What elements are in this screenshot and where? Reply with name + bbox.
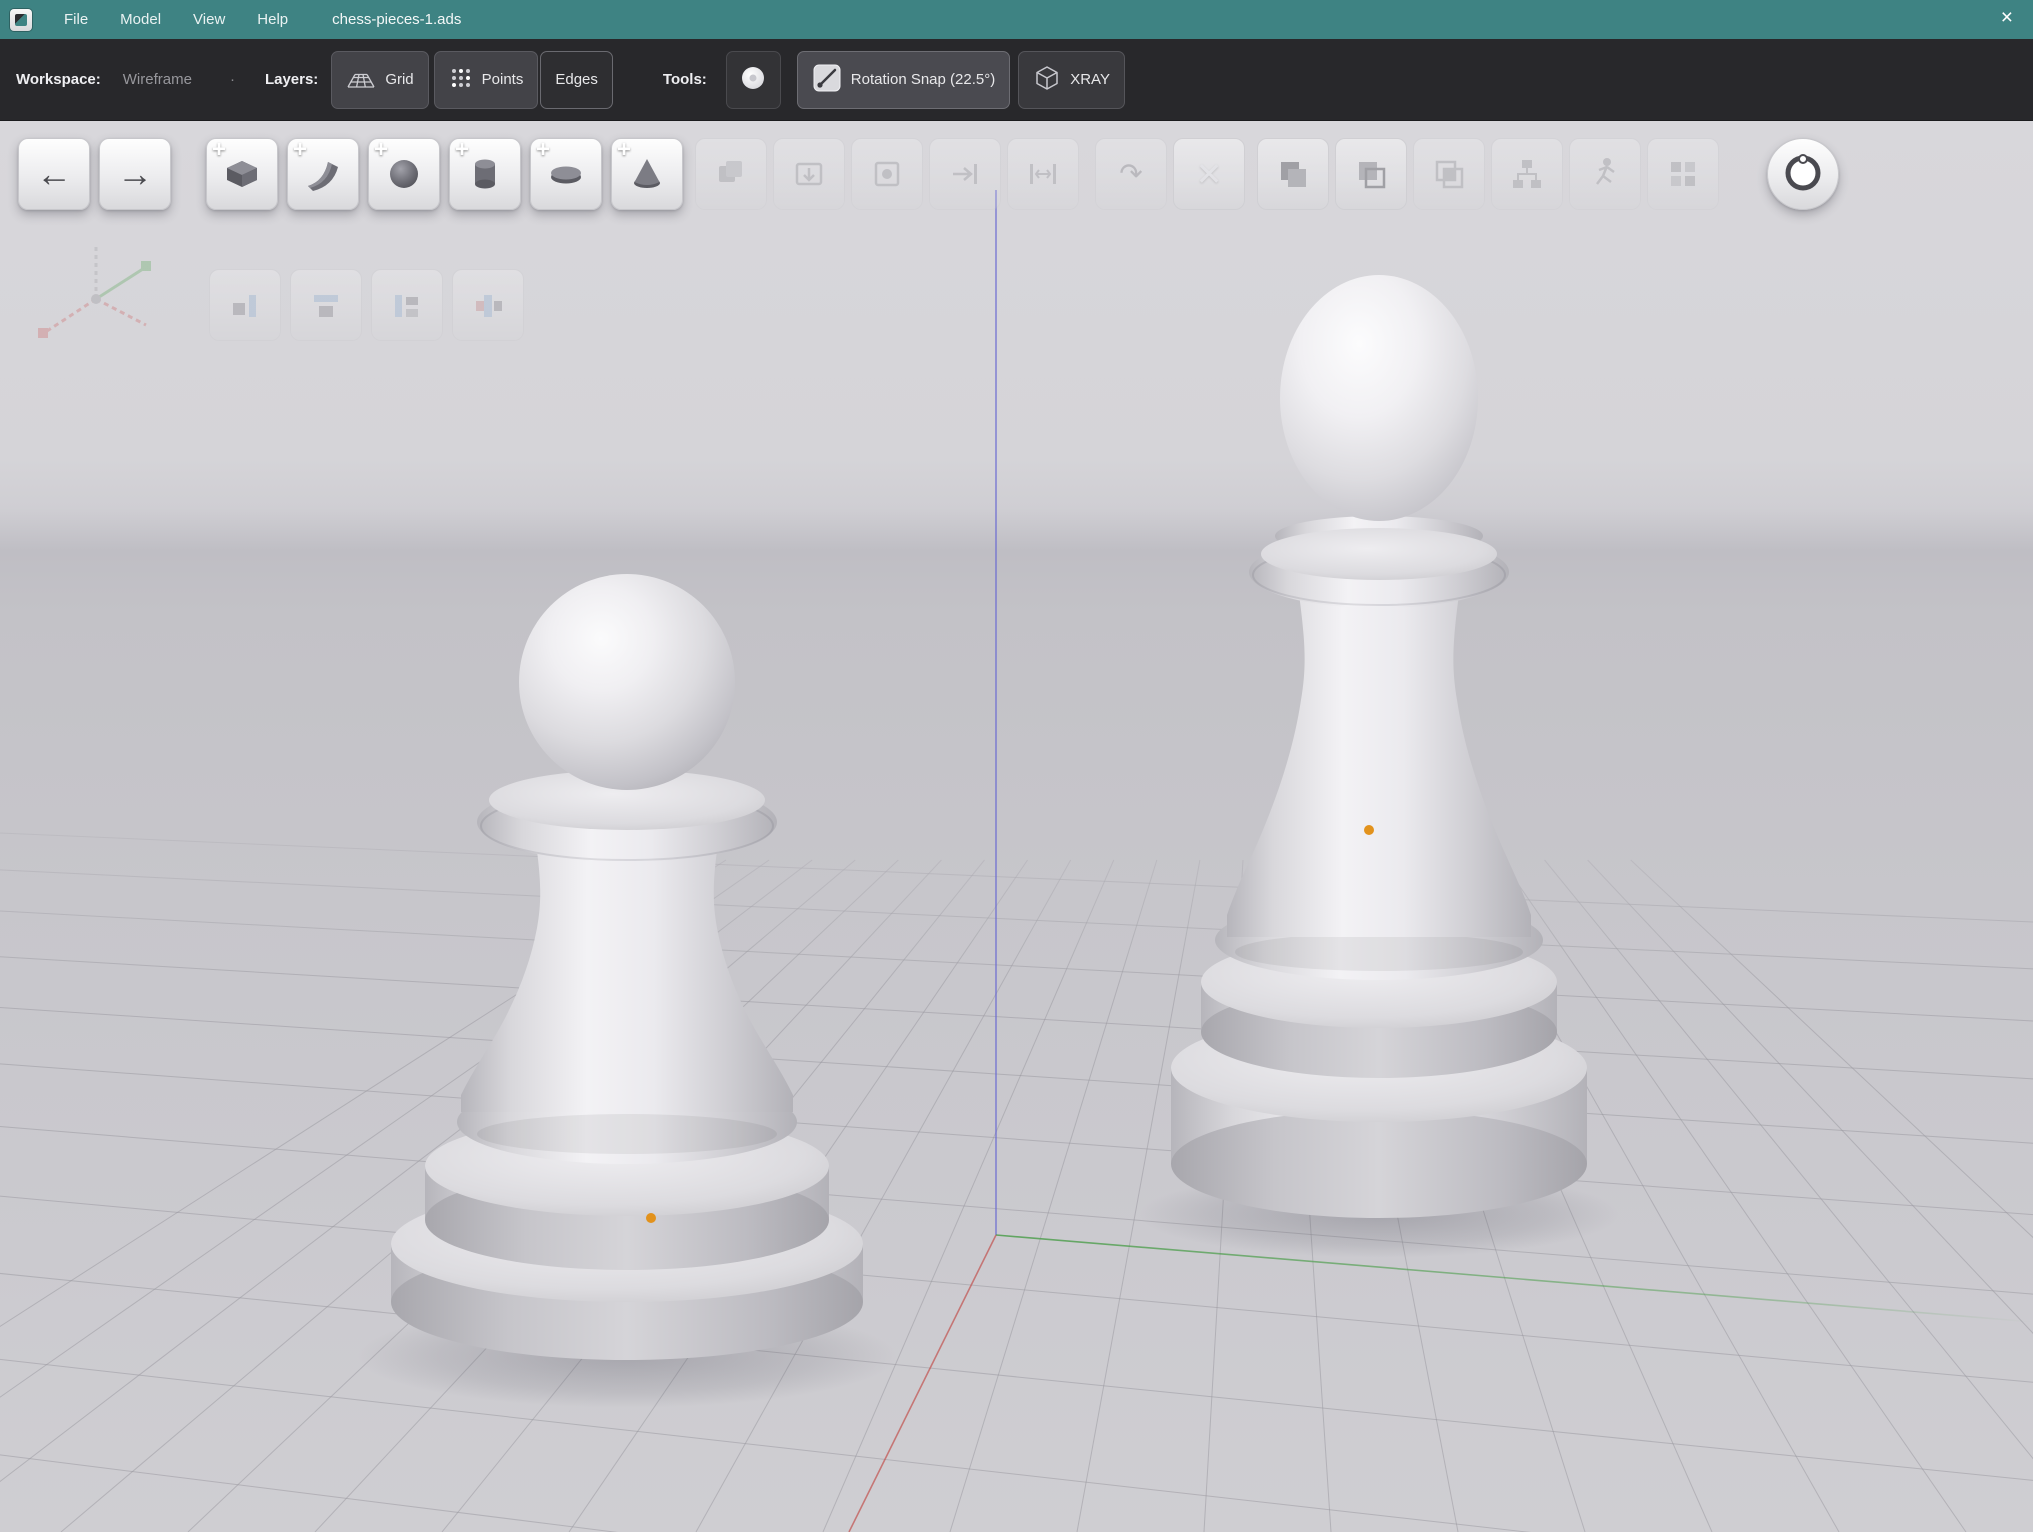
back-button[interactable]: ← [18,138,90,210]
viewport-3d[interactable]: ← → + [0,120,2033,1532]
menu-view[interactable]: View [193,11,225,28]
document-title: chess-pieces-1.ads [332,11,461,28]
layer-points-button[interactable]: Points [434,51,539,109]
disabled-spacing-tool[interactable] [1007,138,1079,210]
axis-gizmo[interactable] [24,235,169,380]
align-toolbar [209,269,524,341]
delete-x-icon: ✕ [1196,158,1223,190]
ground-grid [0,830,2033,1532]
disabled-import-tool[interactable] [773,138,845,210]
disabled-bool-union-tool[interactable] [1257,138,1329,210]
x-axis-line [849,1235,996,1532]
titlebar: File Model View Help chess-pieces-1.ads … [0,0,2033,39]
layer-grid-button[interactable]: Grid [331,51,428,109]
workspace-select[interactable]: Wireframe [123,71,192,88]
pawn-chess-piece-right[interactable] [1139,275,1619,1258]
add-curved-surface-button[interactable]: + [287,138,359,210]
add-box-button[interactable]: + [206,138,278,210]
sphere-tool-button[interactable] [726,51,781,109]
pawn-right-head [1280,275,1478,521]
layer-grid-label: Grid [385,71,413,88]
menu-model[interactable]: Model [120,11,161,28]
xray-cube-icon [1033,63,1061,97]
menu-file[interactable]: File [64,11,88,28]
disabled-bool-subtract-tool[interactable] [1335,138,1407,210]
rotation-snap-label: Rotation Snap (22.5°) [851,71,995,88]
alignment-tool-4[interactable] [452,269,524,341]
pivot-marker-right[interactable] [1364,825,1374,835]
alignment-tool-3[interactable] [371,269,443,341]
sphere-tool-icon [738,63,768,97]
plus-badge: + [374,138,388,162]
orbit-button[interactable] [1767,138,1839,210]
layer-points-label: Points [482,71,524,88]
close-button[interactable]: × [1995,6,2019,29]
disabled-redo-tool[interactable]: ↷ [1095,138,1167,210]
disabled-hierarchy-tool[interactable] [1491,138,1563,210]
main-toolbar: Workspace: Wireframe · Layers: Grid [0,39,2033,121]
workspace-label: Workspace: [16,71,101,88]
add-cylinder-button[interactable]: + [449,138,521,210]
app-logo-icon [10,9,32,31]
forward-arrow-icon: → [117,156,153,192]
add-sphere-button[interactable]: + [368,138,440,210]
forward-button[interactable]: → [99,138,171,210]
redo-arrow-icon: ↷ [1119,160,1142,188]
layers-label: Layers: [265,71,318,88]
rotation-snap-icon [812,63,842,97]
plus-badge: + [212,138,226,162]
pawn-chess-piece-left[interactable] [357,574,897,1408]
add-disc-button[interactable]: + [530,138,602,210]
disabled-lattice-tool[interactable] [1647,138,1719,210]
disabled-package-tool[interactable] [851,138,923,210]
plus-badge: + [455,138,469,162]
orbit-icon [1780,150,1826,199]
alignment-tool-2[interactable] [290,269,362,341]
pawn-left-head [519,574,735,790]
pivot-marker-left[interactable] [646,1213,656,1223]
disabled-pose-tool[interactable] [1569,138,1641,210]
plus-badge: + [536,138,550,162]
plus-badge: + [293,138,307,162]
menu-help[interactable]: Help [257,11,288,28]
layer-edges-label: Edges [555,71,598,88]
xray-label: XRAY [1070,71,1110,88]
xray-button[interactable]: XRAY [1018,51,1125,109]
layer-edges-button[interactable]: Edges [540,51,613,109]
points-icon [449,66,473,94]
disabled-copy-tool[interactable] [695,138,767,210]
toolbar-separator: · [230,71,235,88]
plus-badge: + [617,138,631,162]
rotation-snap-button[interactable]: Rotation Snap (22.5°) [797,51,1010,109]
viewport-toolbar: ← → + [18,138,1839,210]
app-window: File Model View Help chess-pieces-1.ads … [0,0,2033,1532]
alignment-tool-1[interactable] [209,269,281,341]
add-cone-button[interactable]: + [611,138,683,210]
disabled-delete-tool[interactable]: ✕ [1173,138,1245,210]
back-arrow-icon: ← [36,156,72,192]
disabled-bool-intersect-tool[interactable] [1413,138,1485,210]
tools-label: Tools: [663,71,707,88]
disabled-move-to-tool[interactable] [929,138,1001,210]
grid-icon [346,67,376,93]
